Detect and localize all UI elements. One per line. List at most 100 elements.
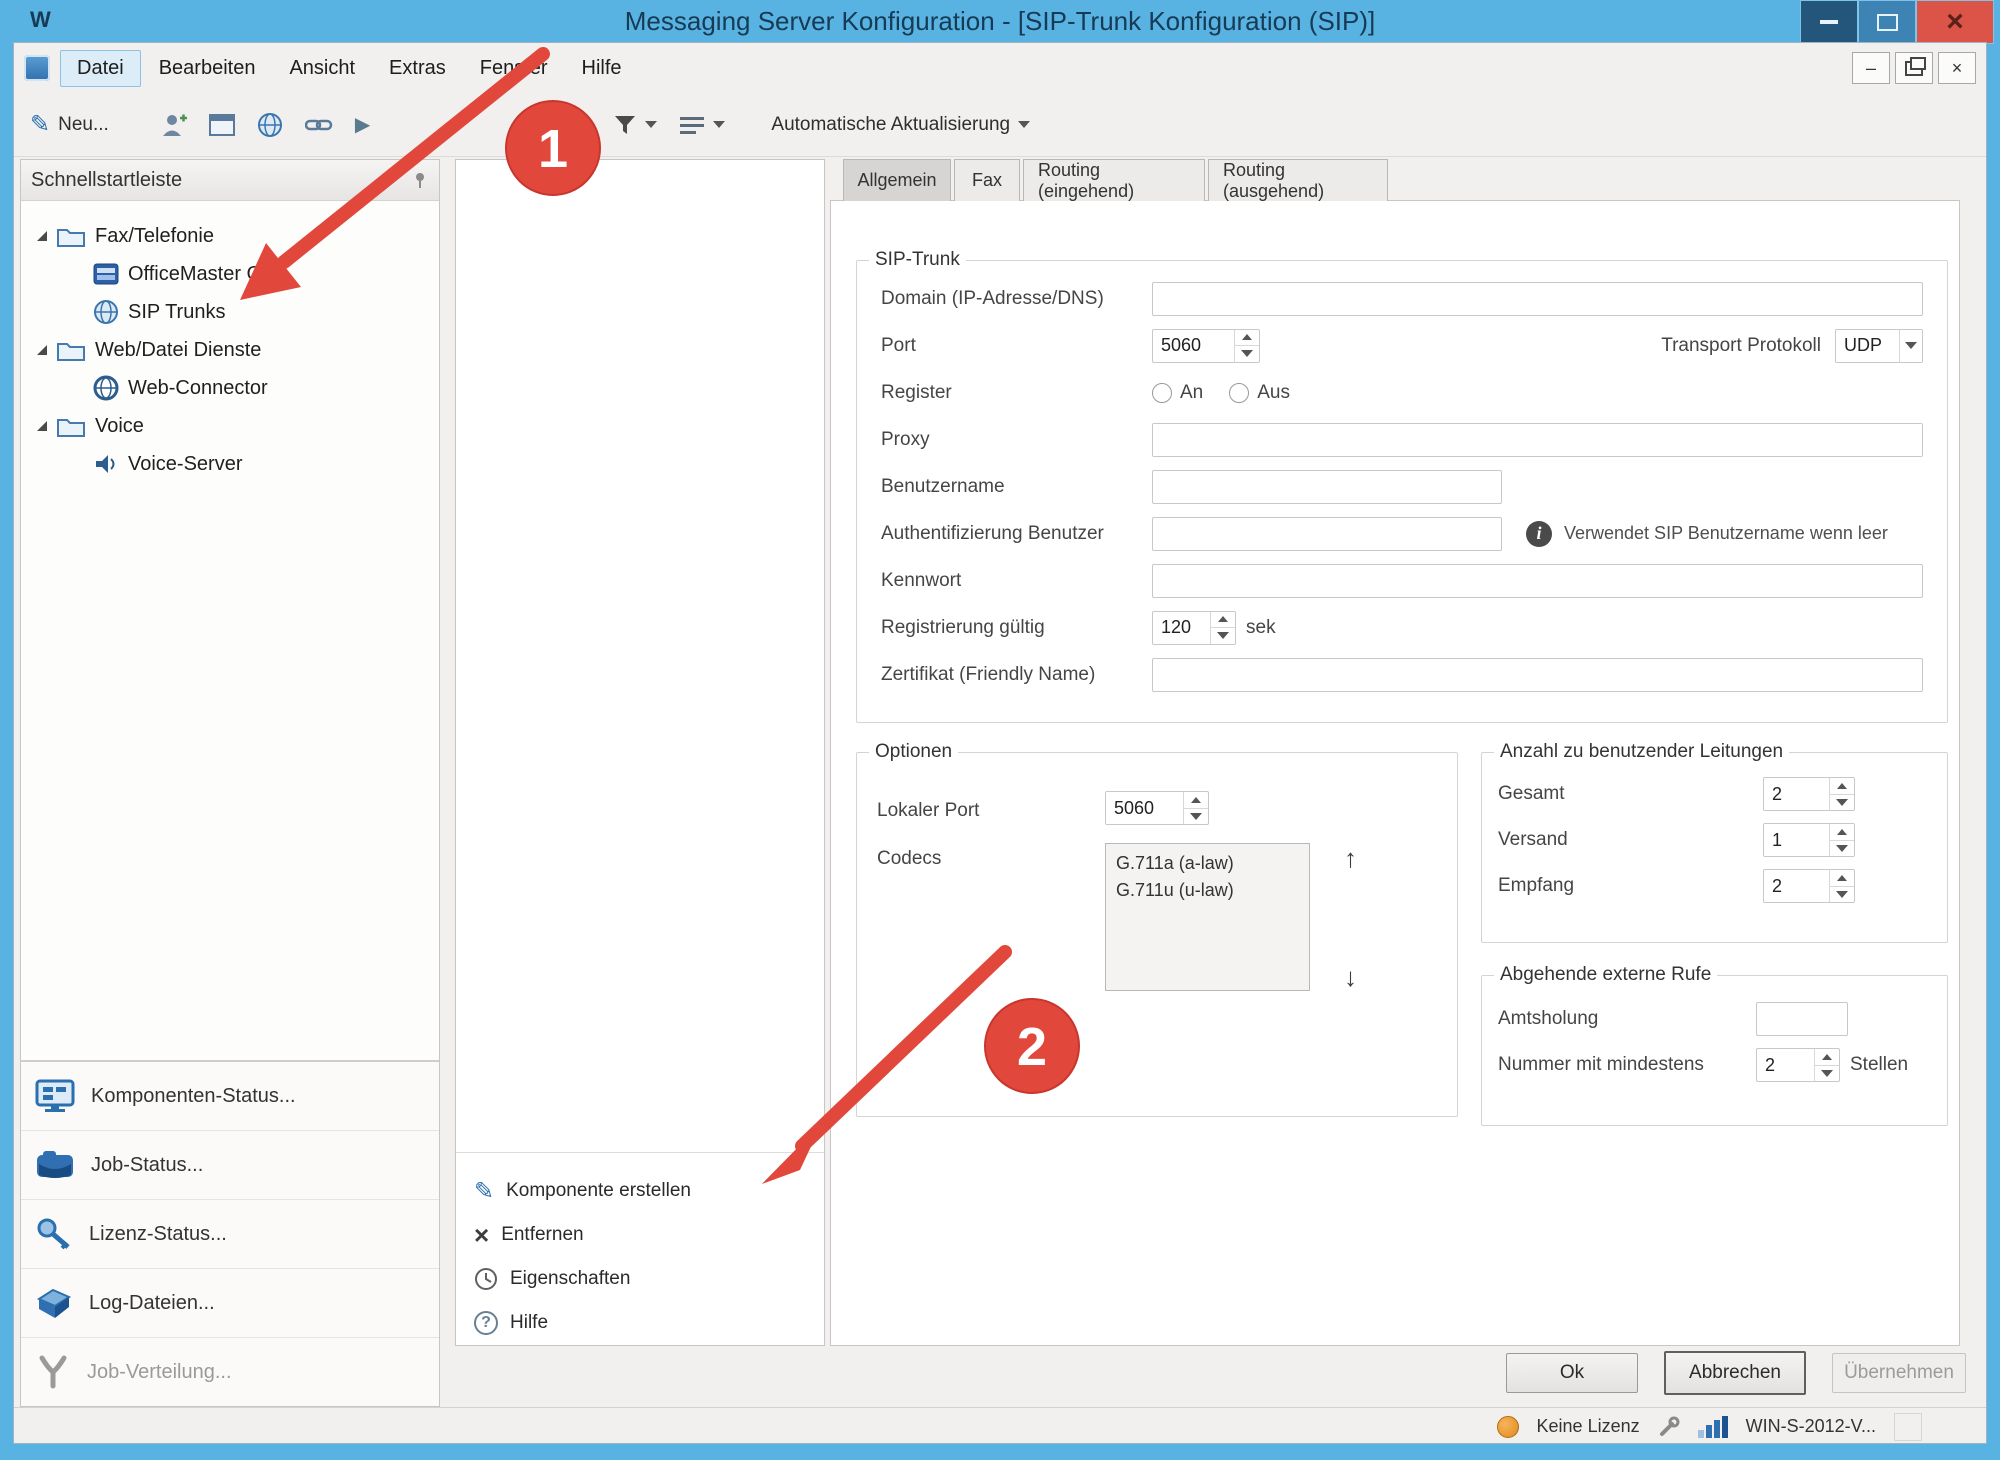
komponente-erstellen-button[interactable]: ✎ Komponente erstellen <box>456 1169 824 1213</box>
cert-input[interactable] <box>1152 658 1923 692</box>
ok-button[interactable]: Ok <box>1506 1353 1638 1393</box>
send-stepper[interactable]: 1 <box>1763 823 1855 857</box>
auto-refresh-dropdown[interactable]: Automatische Aktualisierung <box>771 114 1030 136</box>
username-input[interactable] <box>1152 470 1502 504</box>
entfernen-button[interactable]: × Entfernen <box>456 1213 824 1257</box>
reg-valid-stepper[interactable]: 120 <box>1152 611 1236 645</box>
komponenten-status-button[interactable]: Komponenten-Status... <box>21 1062 439 1130</box>
spin-up-button[interactable] <box>1235 330 1259 347</box>
trunk-prefix-input[interactable] <box>1756 1002 1848 1036</box>
spin-down-button[interactable] <box>1184 809 1208 825</box>
min-digits-stepper[interactable]: 2 <box>1756 1048 1840 1082</box>
delete-button[interactable]: × <box>560 109 575 140</box>
link-button[interactable] <box>305 114 333 136</box>
refresh-button[interactable] <box>512 112 538 138</box>
view-options-button[interactable] <box>679 115 725 135</box>
mdi-restore-icon <box>1905 61 1923 76</box>
tab-allgemein[interactable]: Allgemein <box>843 159 951 201</box>
mdi-restore-button[interactable] <box>1895 52 1933 84</box>
tree-item-voice-server[interactable]: Voice-Server <box>21 445 439 483</box>
hilfe-button[interactable]: ? Hilfe <box>456 1301 824 1345</box>
tab-strip: Allgemein Fax Routing (eingehend) Routin… <box>843 159 1388 201</box>
spin-up-button[interactable] <box>1184 792 1208 809</box>
log-dateien-button[interactable]: Log-Dateien... <box>21 1268 439 1337</box>
menu-bearbeiten[interactable]: Bearbeiten <box>143 51 272 86</box>
move-down-icon[interactable]: ↓ <box>1344 962 1357 993</box>
view-caret-icon <box>713 121 725 128</box>
outgoing-calls-group-title: Abgehende externe Rufe <box>1494 964 1717 986</box>
tab-routing-ausgehend[interactable]: Routing (ausgehend) <box>1208 159 1388 201</box>
transport-label: Transport Protokoll <box>1661 335 1821 357</box>
start-button[interactable]: ▶ <box>355 112 370 137</box>
menu-hilfe[interactable]: Hilfe <box>566 51 638 86</box>
menu-ansicht[interactable]: Ansicht <box>273 51 371 86</box>
password-input[interactable] <box>1152 564 1923 598</box>
maximize-button[interactable] <box>1858 0 1916 44</box>
proxy-input[interactable] <box>1152 423 1923 457</box>
spin-down-button[interactable] <box>1815 1066 1839 1082</box>
resize-grip[interactable] <box>1894 1413 1922 1441</box>
spin-down-button[interactable] <box>1830 887 1854 903</box>
menu-fenster[interactable]: Fenster <box>464 51 564 86</box>
register-off-radio[interactable] <box>1229 383 1249 403</box>
port-stepper[interactable]: 5060 <box>1152 329 1260 363</box>
spin-up-button[interactable] <box>1815 1049 1839 1066</box>
codec-item[interactable]: G.711a (a-law) <box>1116 850 1299 877</box>
auth-user-input[interactable] <box>1152 517 1502 551</box>
transport-select[interactable]: UDP <box>1835 329 1923 363</box>
new-button[interactable]: ✎ Neu... <box>30 110 109 139</box>
add-user-button[interactable] <box>161 112 187 138</box>
menu-extras[interactable]: Extras <box>373 51 462 86</box>
expander-icon[interactable] <box>37 231 47 241</box>
close-button[interactable]: × <box>1916 0 1994 44</box>
receive-value: 2 <box>1764 870 1829 902</box>
local-port-stepper[interactable]: 5060 <box>1105 791 1209 825</box>
tab-routing-eingehend[interactable]: Routing (eingehend) <box>1023 159 1205 201</box>
apply-button[interactable]: Übernehmen <box>1832 1353 1966 1393</box>
tree-item-officemaster[interactable]: OfficeMaster G... <box>21 255 439 293</box>
receive-stepper[interactable]: 2 <box>1763 869 1855 903</box>
job-verteilung-button[interactable]: Job-Verteilung... <box>21 1337 439 1406</box>
window-view-button[interactable] <box>209 113 235 137</box>
mdi-minimize-button[interactable]: – <box>1852 52 1890 84</box>
tree-item-fax-telefonie[interactable]: Fax/Telefonie <box>21 217 439 255</box>
pin-icon[interactable] <box>411 171 429 189</box>
filter-button[interactable] <box>613 113 657 137</box>
spin-up-button[interactable] <box>1830 824 1854 841</box>
register-on-radio[interactable] <box>1152 383 1172 403</box>
domain-input[interactable] <box>1152 282 1923 316</box>
minimize-button[interactable] <box>1800 0 1858 44</box>
expander-icon[interactable] <box>37 345 47 355</box>
mdi-close-button[interactable]: × <box>1938 52 1976 84</box>
tree-item-web-datei-dienste[interactable]: Web/Datei Dienste <box>21 331 439 369</box>
move-up-icon[interactable]: ↑ <box>1344 843 1357 874</box>
spin-down-button[interactable] <box>1830 795 1854 811</box>
component-list[interactable] <box>456 160 824 1152</box>
lizenz-status-button[interactable]: Lizenz-Status... <box>21 1199 439 1268</box>
spin-down-button[interactable] <box>1830 841 1854 857</box>
tree-item-sip-trunks[interactable]: SIP Trunks <box>21 293 439 331</box>
side-button-label: Job-Verteilung... <box>87 1361 232 1384</box>
spin-up-button[interactable] <box>1830 870 1854 887</box>
component-list-panel: ✎ Komponente erstellen × Entfernen Eigen… <box>455 159 825 1346</box>
menu-datei[interactable]: Datei <box>60 50 141 87</box>
spin-down-button[interactable] <box>1211 628 1235 644</box>
tree-item-web-connector[interactable]: Web-Connector <box>21 369 439 407</box>
tab-fax[interactable]: Fax <box>954 159 1020 201</box>
job-status-button[interactable]: Job-Status... <box>21 1130 439 1199</box>
total-stepper[interactable]: 2 <box>1763 777 1855 811</box>
pencil-icon: ✎ <box>30 110 50 139</box>
network-button[interactable] <box>257 112 283 138</box>
eigenschaften-button[interactable]: Eigenschaften <box>456 1257 824 1301</box>
expander-icon[interactable] <box>37 421 47 431</box>
spin-down-button[interactable] <box>1235 346 1259 362</box>
codec-order-controls: ↑ ↓ <box>1344 843 1357 993</box>
cancel-button[interactable]: Abbrechen <box>1664 1351 1806 1395</box>
tree-item-voice[interactable]: Voice <box>21 407 439 445</box>
folder-icon <box>56 224 86 248</box>
license-status-text: Keine Lizenz <box>1537 1416 1640 1437</box>
codec-list[interactable]: G.711a (a-law) G.711u (u-law) <box>1105 843 1310 991</box>
codec-item[interactable]: G.711u (u-law) <box>1116 877 1299 904</box>
spin-up-button[interactable] <box>1211 612 1235 629</box>
spin-up-button[interactable] <box>1830 778 1854 795</box>
